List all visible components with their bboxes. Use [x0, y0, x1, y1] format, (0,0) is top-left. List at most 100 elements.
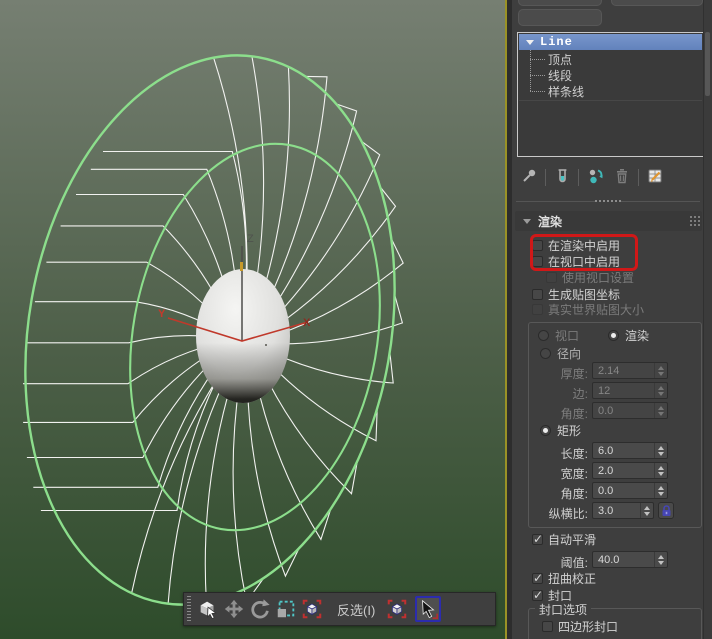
tree-stub	[530, 74, 545, 76]
z-axis-tick	[240, 262, 243, 271]
angle-radial-label: 角度:	[560, 407, 588, 421]
sides-value: 12	[598, 384, 611, 397]
sphere-shadow	[196, 269, 290, 403]
stack-toolbar	[520, 165, 664, 189]
z-axis-label: Z	[247, 233, 254, 245]
radio-radial[interactable]: 径向	[540, 347, 581, 361]
check-use-viewport-settings: 使用视口设置	[546, 270, 635, 285]
angle-radial-spinner: 0.0	[592, 402, 668, 419]
divider-grip-icon[interactable]	[595, 200, 621, 203]
cube-red-corners-icon-2[interactable]	[384, 596, 410, 622]
pin-stack-icon[interactable]	[520, 167, 538, 188]
spinner-arrows-icon[interactable]	[654, 443, 667, 458]
command-panel: Line 顶点 线段 样条线 渲染 在渲染中启用 在视口中启用 使用视口设置 生…	[512, 0, 712, 639]
angle-radial-value: 0.0	[598, 404, 614, 417]
checkbox-icon[interactable]	[532, 532, 543, 546]
radio-icon[interactable]	[608, 330, 619, 341]
tree-stub	[530, 90, 545, 92]
cap-options-title: 封口选项	[535, 601, 592, 618]
select-cursor-active-icon[interactable]	[415, 596, 442, 622]
panel-button-partial-2[interactable]	[611, 0, 703, 6]
subobject-label: 顶点	[548, 52, 573, 67]
rollout-divider[interactable]	[516, 200, 700, 203]
check-cap[interactable]: 封口	[532, 588, 572, 603]
spinner-arrows-icon	[654, 363, 667, 378]
panel-scrollbar[interactable]	[703, 0, 712, 639]
checkbox-icon	[532, 303, 543, 315]
spinner-arrows-icon	[654, 403, 667, 418]
y-axis-label: Y	[158, 308, 166, 320]
spinner-arrows-icon[interactable]	[640, 503, 653, 518]
checkbox-icon[interactable]	[532, 588, 543, 602]
rotate-icon[interactable]	[247, 596, 273, 622]
subobject-segment[interactable]: 线段	[518, 67, 702, 83]
checkbox-label: 使用视口设置	[562, 270, 635, 285]
spinner-arrows-icon[interactable]	[654, 552, 667, 567]
remove-modifier-icon[interactable]	[613, 167, 631, 188]
move-icon[interactable]	[221, 596, 247, 622]
selection-toolbar: 反选(I)	[183, 592, 496, 626]
threshold-spinner[interactable]: 40.0	[592, 551, 668, 568]
show-end-result-icon[interactable]	[553, 167, 571, 188]
width-label: 宽度:	[560, 467, 588, 481]
check-generate-mapping-coords[interactable]: 生成贴图坐标	[532, 287, 620, 302]
configure-modifier-sets-icon[interactable]	[646, 167, 664, 188]
spinner-arrows-icon[interactable]	[654, 463, 667, 478]
radio-renderer[interactable]: 渲染	[608, 329, 649, 343]
aspect-spinner[interactable]: 3.0	[592, 502, 654, 519]
toolbar-separator	[638, 168, 639, 186]
subobject-label: 样条线	[548, 84, 585, 99]
make-unique-icon[interactable]	[586, 167, 606, 188]
radio-label: 视口	[555, 329, 580, 343]
rollout-drag-grip-icon[interactable]	[690, 220, 692, 222]
radio-icon[interactable]	[540, 348, 551, 359]
length-spinner[interactable]: 6.0	[592, 442, 668, 459]
threshold-value: 40.0	[598, 553, 620, 566]
width-spinner[interactable]: 2.0	[592, 462, 668, 479]
width-value: 2.0	[598, 464, 614, 477]
length-label: 长度:	[560, 447, 588, 461]
angle-rect-spinner[interactable]: 0.0	[592, 482, 668, 499]
tree-stub	[530, 58, 545, 60]
toolbar-drag-handle[interactable]	[187, 596, 191, 622]
rollout-collapse-icon[interactable]	[523, 218, 531, 224]
aspect-label: 纵横比:	[548, 507, 588, 521]
checkbox-icon[interactable]	[532, 288, 543, 300]
thickness-spinner: 2.14	[592, 362, 668, 379]
cube-red-corners-icon[interactable]	[299, 596, 325, 622]
check-quad-cap[interactable]: 四边形封口	[542, 619, 618, 634]
check-twist-correct[interactable]: 扭曲校正	[532, 571, 596, 586]
viewport[interactable]: Z Y X 反选(I)	[0, 0, 505, 639]
radio-icon[interactable]	[540, 425, 551, 436]
radio-rectangular[interactable]: 矩形	[540, 424, 581, 438]
select-object-icon[interactable]	[195, 596, 221, 622]
check-auto-smooth[interactable]: 自动平滑	[532, 532, 597, 547]
modifier-list-button[interactable]	[518, 9, 602, 26]
invert-selection-label[interactable]: 反选(I)	[337, 600, 375, 619]
radio-viewport: 视口	[538, 329, 580, 343]
rollout-header-render[interactable]: 渲染	[515, 211, 702, 231]
checkbox-icon[interactable]	[542, 620, 553, 632]
rectangular-region-icon[interactable]	[273, 596, 299, 622]
sides-label: 边:	[572, 387, 588, 401]
stack-item-line[interactable]: Line	[519, 34, 702, 50]
application-window: Z Y X 反选(I) Line 顶点 线段 样条线 渲染 在渲染中启用 在视口…	[0, 0, 712, 639]
spinner-arrows-icon[interactable]	[654, 483, 667, 498]
subobject-label: 线段	[548, 68, 573, 83]
checkbox-icon	[546, 271, 557, 283]
panel-scrollbar-thumb[interactable]	[705, 32, 710, 96]
viewport-canvas[interactable]: Z Y X	[0, 0, 505, 639]
checkbox-label: 自动平滑	[548, 532, 597, 547]
aspect-lock-button[interactable]	[658, 502, 674, 519]
checkbox-icon[interactable]	[532, 571, 543, 585]
thickness-label: 厚度:	[560, 367, 588, 381]
toolbar-separator	[545, 168, 546, 186]
collapse-arrow-icon[interactable]	[526, 39, 534, 45]
subobject-spline[interactable]: 样条线	[518, 83, 702, 99]
subobject-vertex[interactable]: 顶点	[518, 51, 702, 67]
stack-separator	[519, 100, 702, 101]
angle-rect-value: 0.0	[598, 484, 614, 497]
modifier-stack-list: Line 顶点 线段 样条线	[517, 32, 704, 157]
radio-icon	[538, 330, 549, 341]
panel-button-partial-1[interactable]	[518, 0, 602, 6]
